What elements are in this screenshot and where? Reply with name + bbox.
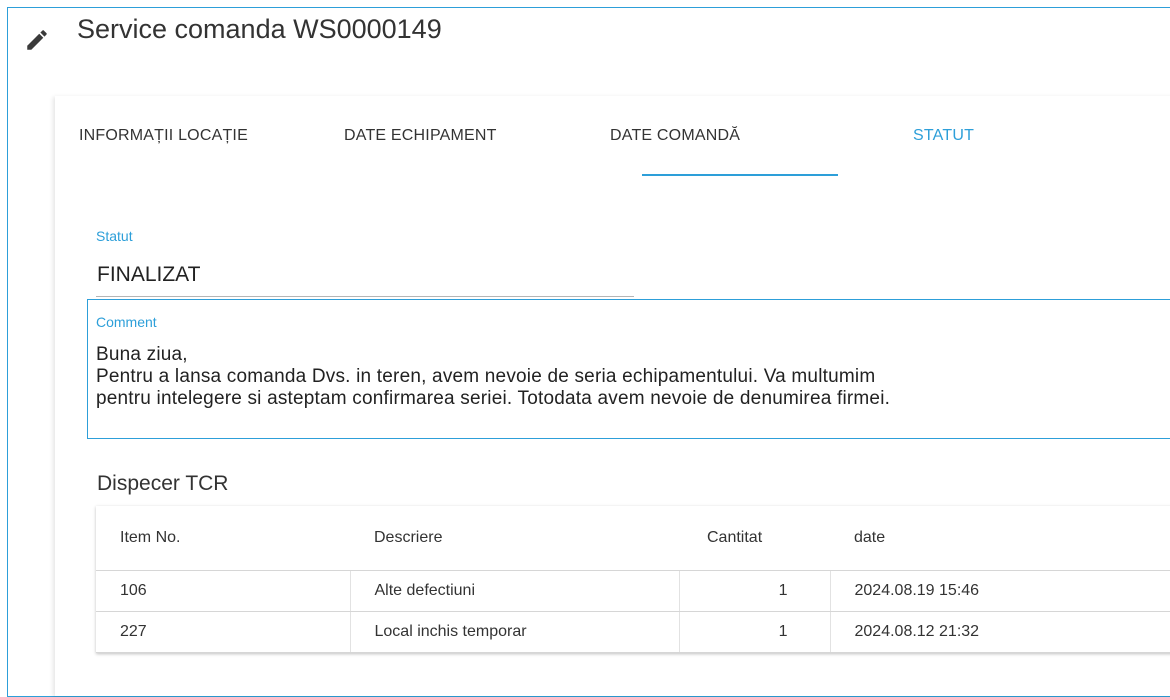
date-cell: 2024.08.12 21:32 [829, 611, 1170, 653]
status-value[interactable]: FINALIZAT [97, 263, 200, 287]
table-header-row: Item No. Descriere Cantitat date [96, 506, 1170, 571]
comment-label: Comment [96, 314, 157, 330]
quantity-cell: 1 [678, 570, 830, 612]
tab-active-indicator [642, 174, 838, 176]
section-title: Dispecer TCR [97, 472, 229, 495]
item-no-cell: 227 [96, 611, 350, 653]
table-row[interactable]: 106 Alte defectiuni 1 2024.08.19 15:46 [96, 570, 1170, 612]
table-row[interactable]: 227 Local inchis temporar 1 2024.08.12 2… [96, 611, 1170, 653]
dispatch-table: Item No. Descriere Cantitat date 106 Alt… [96, 506, 1170, 653]
comment-text[interactable]: Buna ziua, Pentru a lansa comanda Dvs. i… [96, 344, 1170, 410]
column-header-cantitat[interactable]: Cantitat [679, 506, 830, 571]
status-label: Statut [96, 228, 133, 244]
quantity-cell: 1 [678, 611, 830, 653]
tab-date-comanda[interactable]: DATE COMANDĂ [610, 127, 740, 145]
tab-date-echipament[interactable]: DATE ECHIPAMENT [344, 127, 497, 145]
column-header-item-no[interactable]: Item No. [96, 506, 350, 571]
tab-informatii-locatie[interactable]: INFORMAȚII LOCAȚIE [79, 127, 248, 145]
date-cell: 2024.08.19 15:46 [829, 570, 1170, 612]
item-no-cell: 106 [96, 570, 350, 612]
pencil-icon[interactable] [24, 27, 50, 53]
description-cell: Local inchis temporar [349, 611, 679, 653]
column-header-descriere[interactable]: Descriere [350, 506, 679, 571]
column-header-date[interactable]: date [830, 506, 1170, 571]
status-underline [96, 296, 634, 297]
tab-statut[interactable]: STATUT [913, 127, 974, 145]
page-title: Service comanda WS0000149 [77, 14, 442, 44]
description-cell: Alte defectiuni [349, 570, 679, 612]
